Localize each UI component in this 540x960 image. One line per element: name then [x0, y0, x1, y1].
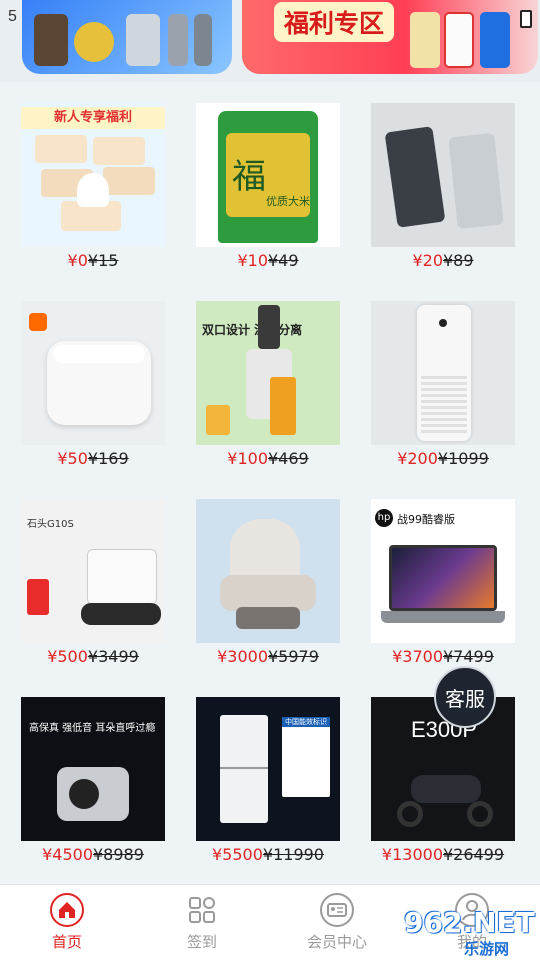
original-price: ¥3499: [87, 647, 139, 666]
customer-service-label: 客服: [445, 686, 485, 711]
product-price: ¥5500¥11990: [176, 845, 360, 864]
original-price: ¥15: [87, 251, 119, 270]
watermark-text: 乐游网: [464, 940, 510, 958]
current-price: ¥5500: [212, 845, 263, 864]
customer-service-button[interactable]: 客服: [434, 666, 496, 728]
product-card[interactable]: ¥20¥89: [371, 103, 515, 293]
product-card[interactable]: 福 优质大米 ¥10¥49: [196, 103, 340, 293]
member-card-icon: [320, 893, 354, 927]
product-price: ¥3000¥5979: [176, 647, 360, 666]
product-price: ¥50¥169: [1, 449, 185, 468]
original-price: ¥89: [443, 251, 474, 270]
product-price: ¥200¥1099: [351, 449, 535, 468]
product-tag: 中国能效标识: [282, 717, 330, 727]
product-card[interactable]: hp 战99酷睿版 ¥3700¥7499: [371, 499, 515, 689]
promo-banner-welfare[interactable]: 福利专区: [242, 0, 538, 74]
product-card[interactable]: ¥200¥1099: [371, 301, 515, 491]
product-image: 福 优质大米: [196, 103, 340, 247]
nav-checkin[interactable]: 签到: [152, 893, 252, 952]
current-price: ¥3000: [217, 647, 268, 666]
product-price: ¥3700¥7499: [351, 647, 535, 666]
product-card[interactable]: 双口设计 渣汁分离 ¥100¥469: [196, 301, 340, 491]
product-card[interactable]: E300P ¥13000¥26499: [371, 697, 515, 887]
current-price: ¥20: [412, 251, 443, 270]
product-image: [371, 301, 515, 445]
product-image: 新人专享福利: [21, 103, 165, 247]
product-tag: 战99酷睿版: [397, 513, 455, 526]
nav-label: 会员中心: [306, 933, 367, 951]
product-price: ¥10¥49: [176, 251, 360, 270]
product-image: 石头G10S: [21, 499, 165, 643]
current-price: ¥4500: [42, 845, 93, 864]
product-image: [21, 301, 165, 445]
current-price: ¥13000: [381, 845, 443, 864]
current-price: ¥3700: [392, 647, 443, 666]
product-price: ¥100¥469: [176, 449, 360, 468]
product-tag: 石头G10S: [27, 519, 74, 530]
product-image: 双口设计 渣汁分离: [196, 301, 340, 445]
original-price: ¥1099: [437, 449, 489, 468]
product-tag: 优质大米: [266, 195, 310, 208]
site-watermark: 962.NET 乐游网: [398, 906, 538, 958]
nav-member-center[interactable]: 会员中心: [287, 893, 387, 952]
original-price: ¥469: [268, 449, 309, 468]
original-price: ¥8989: [93, 845, 144, 864]
product-card[interactable]: 中国能效标识 ¥5500¥11990: [196, 697, 340, 887]
product-image: 高保真 强低音 耳朵直呼过瘾: [21, 697, 165, 841]
product-image: [371, 103, 515, 247]
product-card[interactable]: ¥3000¥5979: [196, 499, 340, 689]
original-price: ¥49: [268, 251, 299, 270]
product-image: hp 战99酷睿版: [371, 499, 515, 643]
nav-label: 首页: [51, 933, 82, 951]
watermark-logo: 962.NET: [404, 906, 535, 939]
product-tag: 新人专享福利: [21, 107, 165, 129]
original-price: ¥11990: [262, 845, 324, 864]
product-price: ¥500¥3499: [1, 647, 185, 666]
current-price: ¥50: [57, 449, 88, 468]
product-price: ¥4500¥8989: [1, 845, 185, 864]
top-banner: 5 福利专区: [0, 0, 540, 82]
original-price: ¥7499: [443, 647, 494, 666]
home-icon: [50, 893, 84, 927]
promo-banner-left[interactable]: [22, 0, 232, 74]
original-price: ¥26499: [443, 845, 505, 864]
product-price: ¥20¥89: [351, 251, 535, 270]
current-price: ¥0: [67, 251, 88, 270]
battery-icon: [520, 10, 532, 28]
product-card[interactable]: 高保真 强低音 耳朵直呼过瘾 ¥4500¥8989: [21, 697, 165, 887]
status-time: 5: [8, 8, 17, 25]
product-image: [196, 499, 340, 643]
current-price: ¥100: [227, 449, 268, 468]
product-card[interactable]: 石头G10S ¥500¥3499: [21, 499, 165, 689]
promo-banner-title: 福利专区: [274, 2, 395, 42]
nav-label: 签到: [186, 933, 217, 951]
original-price: ¥169: [87, 449, 129, 468]
current-price: ¥500: [47, 647, 88, 666]
current-price: ¥10: [237, 251, 268, 270]
grid-icon: [189, 897, 215, 923]
product-card[interactable]: ¥50¥169: [21, 301, 165, 491]
product-card[interactable]: 新人专享福利 ¥0¥15: [21, 103, 165, 293]
current-price: ¥200: [397, 449, 438, 468]
product-image: 中国能效标识: [196, 697, 340, 841]
original-price: ¥5979: [268, 647, 319, 666]
product-tag: 高保真 强低音 耳朵直呼过瘾: [29, 723, 156, 734]
product-price: ¥13000¥26499: [351, 845, 535, 864]
nav-home[interactable]: 首页: [17, 893, 117, 952]
product-price: ¥0¥15: [1, 251, 185, 270]
